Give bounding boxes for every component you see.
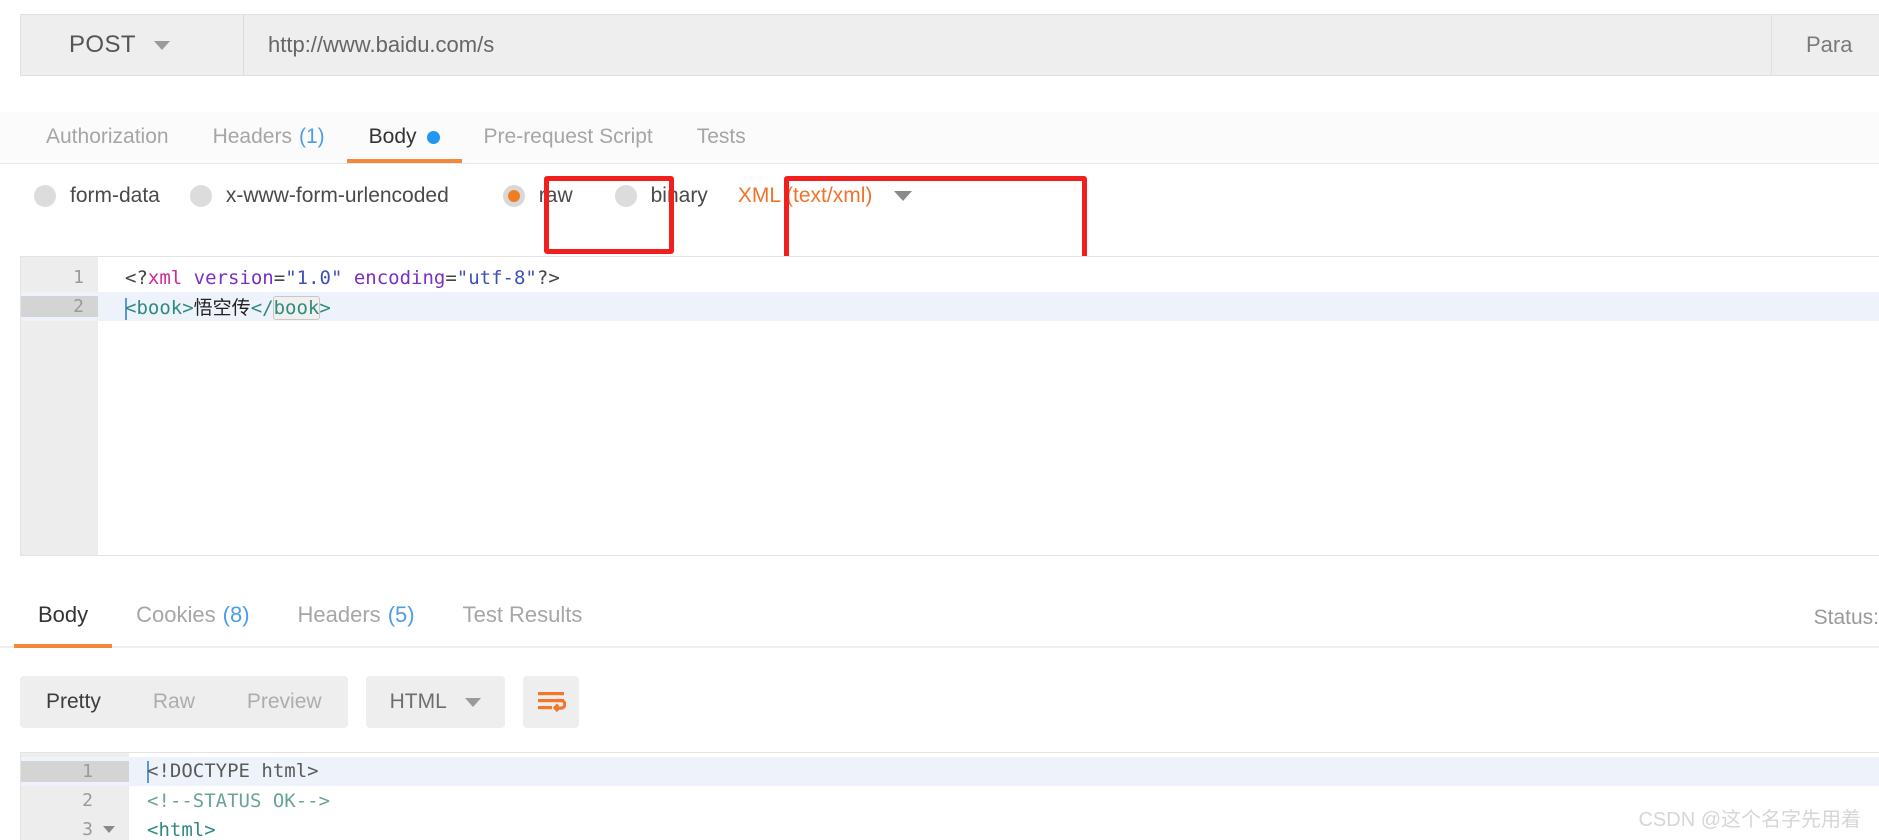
tab-headers[interactable]: Headers (1) [191, 111, 347, 163]
radio-selected-icon [502, 185, 525, 207]
response-view-mode-group: Pretty Raw Preview [20, 676, 348, 728]
response-tab-headers-count: (5) [387, 602, 415, 627]
line-number: 1 [73, 267, 84, 288]
response-tab-body-label: Body [38, 602, 89, 627]
content-type-label: XML (text/xml) [737, 184, 873, 207]
tab-headers-label: Headers [212, 125, 292, 148]
line-number: 1 [21, 761, 129, 782]
tab-body-label: Body [368, 125, 417, 148]
response-code-line-2: <!--STATUS OK--> [147, 789, 331, 812]
view-mode-raw-label: Raw [152, 690, 195, 713]
radio-urlencoded[interactable]: x-www-form-urlencoded [189, 184, 449, 208]
response-code-line: 1 <!DOCTYPE html> [21, 757, 1879, 786]
response-tab-test-results[interactable]: Test Results [439, 584, 607, 646]
response-code-line: 2 <!--STATUS OK--> [21, 786, 1879, 815]
radio-binary-label: binary [650, 184, 708, 207]
chevron-down-icon [153, 40, 170, 50]
code-token: < [125, 297, 137, 319]
radio-form-data-label: form-data [70, 184, 160, 207]
view-mode-pretty[interactable]: Pretty [20, 676, 127, 728]
radio-icon [189, 185, 212, 207]
response-status-label: Status: [1813, 606, 1879, 629]
tab-pre-request-script[interactable]: Pre-request Script [462, 111, 675, 163]
tab-authorization-label: Authorization [46, 125, 169, 148]
code-token: > [319, 297, 331, 319]
view-mode-pretty-label: Pretty [46, 690, 101, 713]
code-token: = [273, 266, 286, 289]
code-token: book [272, 296, 321, 320]
code-token: ?> [536, 266, 560, 289]
code-token: encoding [342, 266, 446, 289]
tab-pre-request-script-label: Pre-request Script [483, 125, 653, 148]
view-mode-raw[interactable]: Raw [127, 676, 221, 728]
response-tab-cookies[interactable]: Cookies (8) [112, 584, 273, 646]
chevron-down-icon [464, 697, 481, 707]
radio-urlencoded-label: x-www-form-urlencoded [225, 184, 449, 207]
view-mode-preview[interactable]: Preview [221, 676, 348, 728]
response-tab-test-results-label: Test Results [462, 602, 583, 627]
code-token: book [136, 297, 183, 319]
response-toolbar: Pretty Raw Preview HTML [20, 676, 579, 728]
word-wrap-icon [537, 692, 566, 713]
radio-binary[interactable]: binary [614, 184, 708, 208]
response-code-line-3: <html> [147, 818, 216, 840]
line-number: 2 [82, 790, 93, 811]
chevron-down-icon [894, 191, 913, 201]
response-body-editor[interactable]: 1 <!DOCTYPE html> 2 <!--STATUS OK--> 3 <… [20, 752, 1879, 840]
request-body-editor[interactable]: 1 <?xml version="1.0" encoding="utf-8"?>… [20, 256, 1879, 556]
tab-headers-count: (1) [298, 125, 325, 148]
request-code-line-1: <?xml version="1.0" encoding="utf-8"?> [98, 267, 560, 289]
request-url-bar: POST http://www.baidu.com/s Para [20, 14, 1879, 76]
view-mode-preview-label: Preview [246, 690, 322, 713]
response-format-dropdown[interactable]: HTML [365, 676, 505, 728]
request-url-input[interactable]: http://www.baidu.com/s [244, 14, 1772, 76]
http-method-selector[interactable]: POST [20, 14, 244, 76]
tab-authorization[interactable]: Authorization [24, 111, 191, 163]
params-button[interactable]: Para [1772, 14, 1879, 76]
response-tab-body[interactable]: Body [14, 584, 113, 648]
code-token: > [182, 297, 194, 319]
tab-tests-label: Tests [696, 125, 746, 148]
watermark: CSDN @这个名字先用着 [1638, 809, 1861, 831]
response-format-label: HTML [389, 690, 447, 713]
code-token: "utf-8" [456, 266, 537, 289]
response-tab-cookies-count: (8) [222, 602, 250, 627]
radio-raw[interactable]: raw [502, 184, 573, 208]
code-token: = [445, 266, 457, 289]
code-token: version [182, 266, 274, 289]
body-type-row: form-data x-www-form-urlencoded raw bina… [0, 165, 1879, 227]
line-number: 2 [21, 296, 98, 317]
postman-window: POST http://www.baidu.com/s Para Authori… [0, 0, 1879, 840]
request-code-line: 2 <book>悟空传</book> [21, 292, 1879, 321]
response-tab-cookies-label: Cookies [136, 602, 216, 627]
request-code-line-2: <book>悟空传</book> [98, 293, 331, 320]
body-modified-dot-icon [426, 130, 440, 144]
code-token: <? [125, 266, 148, 289]
response-code-line-1: <!DOCTYPE html> [129, 760, 319, 783]
content-type-dropdown[interactable]: XML (text/xml) [738, 184, 913, 208]
tab-tests[interactable]: Tests [675, 111, 768, 163]
code-token: xml [147, 266, 183, 289]
code-token: 悟空传 [193, 297, 251, 319]
radio-icon [614, 185, 637, 207]
radio-raw-label: raw [538, 184, 573, 207]
radio-icon [34, 185, 56, 207]
response-tab-bar: Body Cookies (8) Headers (5) Test Result… [0, 586, 1879, 648]
code-token: <!DOCTYPE html> [147, 760, 319, 783]
request-tab-bar: Authorization Headers (1) Body Pre-reque… [0, 112, 1879, 164]
response-code-line: 3 <html> [21, 815, 1879, 840]
request-code-line: 1 <?xml version="1.0" encoding="utf-8"?> [21, 263, 1879, 292]
response-tab-headers[interactable]: Headers (5) [274, 584, 439, 646]
code-token: </ [250, 297, 274, 319]
response-tab-headers-label: Headers [297, 602, 381, 627]
word-wrap-button[interactable] [522, 676, 579, 728]
http-method-label: POST [69, 31, 136, 58]
tab-body[interactable]: Body [346, 111, 462, 163]
fold-arrow-icon[interactable] [103, 826, 115, 833]
code-token: "1.0" [285, 266, 343, 289]
radio-form-data[interactable]: form-data [34, 184, 160, 208]
